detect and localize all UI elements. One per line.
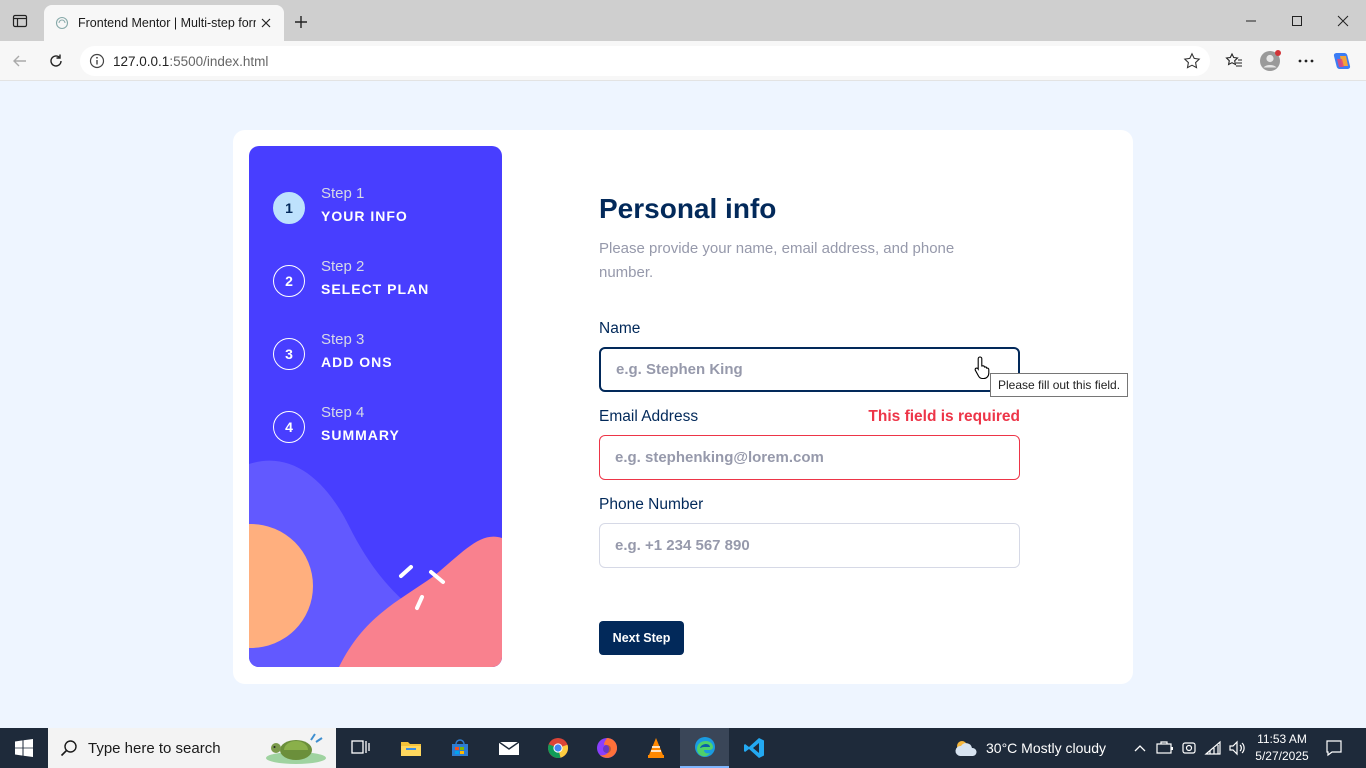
notifications-icon[interactable] (1320, 728, 1348, 768)
step-4-number: 4 (273, 411, 305, 443)
browser-tab-bar: Frontend Mentor | Multi-step form (0, 0, 1366, 41)
hand-cursor-icon (974, 356, 990, 380)
name-input[interactable] (599, 347, 1020, 392)
search-highlight-turtle-icon (256, 728, 332, 768)
chrome-icon[interactable] (533, 728, 582, 768)
search-placeholder: Type here to search (88, 739, 221, 757)
url-text: 127.0.0.1:5500/index.html (113, 54, 268, 69)
favorites-icon[interactable] (1222, 49, 1246, 73)
phone-label: Phone Number (599, 496, 704, 513)
refresh-icon[interactable] (44, 49, 68, 73)
microsoft-store-icon[interactable] (435, 728, 484, 768)
wifi-icon[interactable] (1202, 728, 1224, 768)
edge-icon[interactable] (680, 728, 729, 768)
validation-tooltip: Please fill out this field. (990, 373, 1129, 397)
sidebar-step-2[interactable]: 2 Step 2 SELECT PLAN (273, 256, 493, 304)
step-4-label: Step 4 (321, 404, 365, 421)
system-clock[interactable]: 11:53 AM 5/27/2025 (1252, 731, 1312, 765)
step-1-label: Step 1 (321, 185, 365, 202)
step-2-label: Step 2 (321, 258, 365, 275)
new-tab-icon[interactable] (290, 11, 312, 33)
task-view-icon[interactable] (336, 728, 385, 768)
step-2-number: 2 (273, 265, 305, 297)
globe-icon (54, 15, 70, 31)
browser-tab[interactable]: Frontend Mentor | Multi-step form (44, 5, 284, 41)
close-window-icon[interactable] (1330, 8, 1356, 34)
page-subtitle: Please provide your name, email address,… (599, 240, 955, 281)
sidebar-step-1[interactable]: 1 Step 1 YOUR INFO (273, 183, 493, 231)
steps-sidebar: 1 Step 1 YOUR INFO 2 Step 2 SELECT PLAN … (249, 146, 502, 667)
favorite-star-icon[interactable] (1182, 51, 1202, 71)
url-host: 127.0.0.1 (113, 53, 170, 69)
clock-time: 11:53 AM (1257, 732, 1307, 746)
site-info-icon[interactable] (88, 52, 106, 70)
search-icon (60, 739, 78, 757)
step-1-title: YOUR INFO (321, 208, 408, 224)
step-4-title: SUMMARY (321, 427, 400, 443)
address-bar[interactable]: 127.0.0.1:5500/index.html (80, 46, 1210, 76)
email-label: Email Address (599, 408, 699, 425)
windows-start-icon[interactable] (0, 728, 48, 768)
step-2-title: SELECT PLAN (321, 281, 430, 297)
windows-taskbar: Type here to search 30°C Mostly cloudy 1… (0, 728, 1366, 768)
maximize-icon[interactable] (1284, 8, 1310, 34)
weather-cloud-icon[interactable] (952, 728, 980, 768)
battery-icon[interactable] (1154, 728, 1176, 768)
volume-icon[interactable] (1226, 728, 1248, 768)
name-label: Name (599, 320, 641, 337)
copilot-icon[interactable] (1330, 49, 1354, 73)
chevron-up-icon[interactable] (1130, 728, 1150, 768)
camera-icon[interactable] (1178, 728, 1200, 768)
sidebar-step-4[interactable]: 4 Step 4 SUMMARY (273, 402, 493, 450)
url-path: :5500/index.html (169, 53, 269, 69)
firefox-icon[interactable] (582, 728, 631, 768)
tab-title: Frontend Mentor | Multi-step form (78, 16, 256, 30)
taskbar-search-box[interactable]: Type here to search (48, 728, 336, 768)
more-options-icon[interactable] (1294, 49, 1318, 73)
close-tab-icon[interactable] (256, 13, 276, 33)
page-title: Personal info (599, 193, 777, 224)
email-input[interactable] (599, 435, 1020, 480)
clock-date: 5/27/2025 (1255, 749, 1309, 763)
minimize-icon[interactable] (1238, 8, 1264, 34)
weather-text[interactable]: 30°C Mostly cloudy (986, 740, 1106, 756)
file-explorer-icon[interactable] (386, 728, 435, 768)
browser-toolbar: 127.0.0.1:5500/index.html (0, 41, 1366, 81)
phone-input[interactable] (599, 523, 1020, 568)
email-error-message: This field is required (868, 408, 1020, 425)
vlc-icon[interactable] (631, 728, 680, 768)
profile-avatar-icon[interactable] (1258, 49, 1282, 73)
sidebar-step-3[interactable]: 3 Step 3 ADD ONS (273, 329, 493, 377)
workspaces-icon[interactable] (8, 9, 32, 33)
mail-icon[interactable] (484, 728, 533, 768)
back-icon[interactable] (8, 49, 32, 73)
next-step-button[interactable]: Next Step (599, 621, 684, 655)
step-1-number: 1 (273, 192, 305, 224)
vscode-icon[interactable] (729, 728, 778, 768)
step-3-number: 3 (273, 338, 305, 370)
step-3-title: ADD ONS (321, 354, 393, 370)
step-3-label: Step 3 (321, 331, 365, 348)
